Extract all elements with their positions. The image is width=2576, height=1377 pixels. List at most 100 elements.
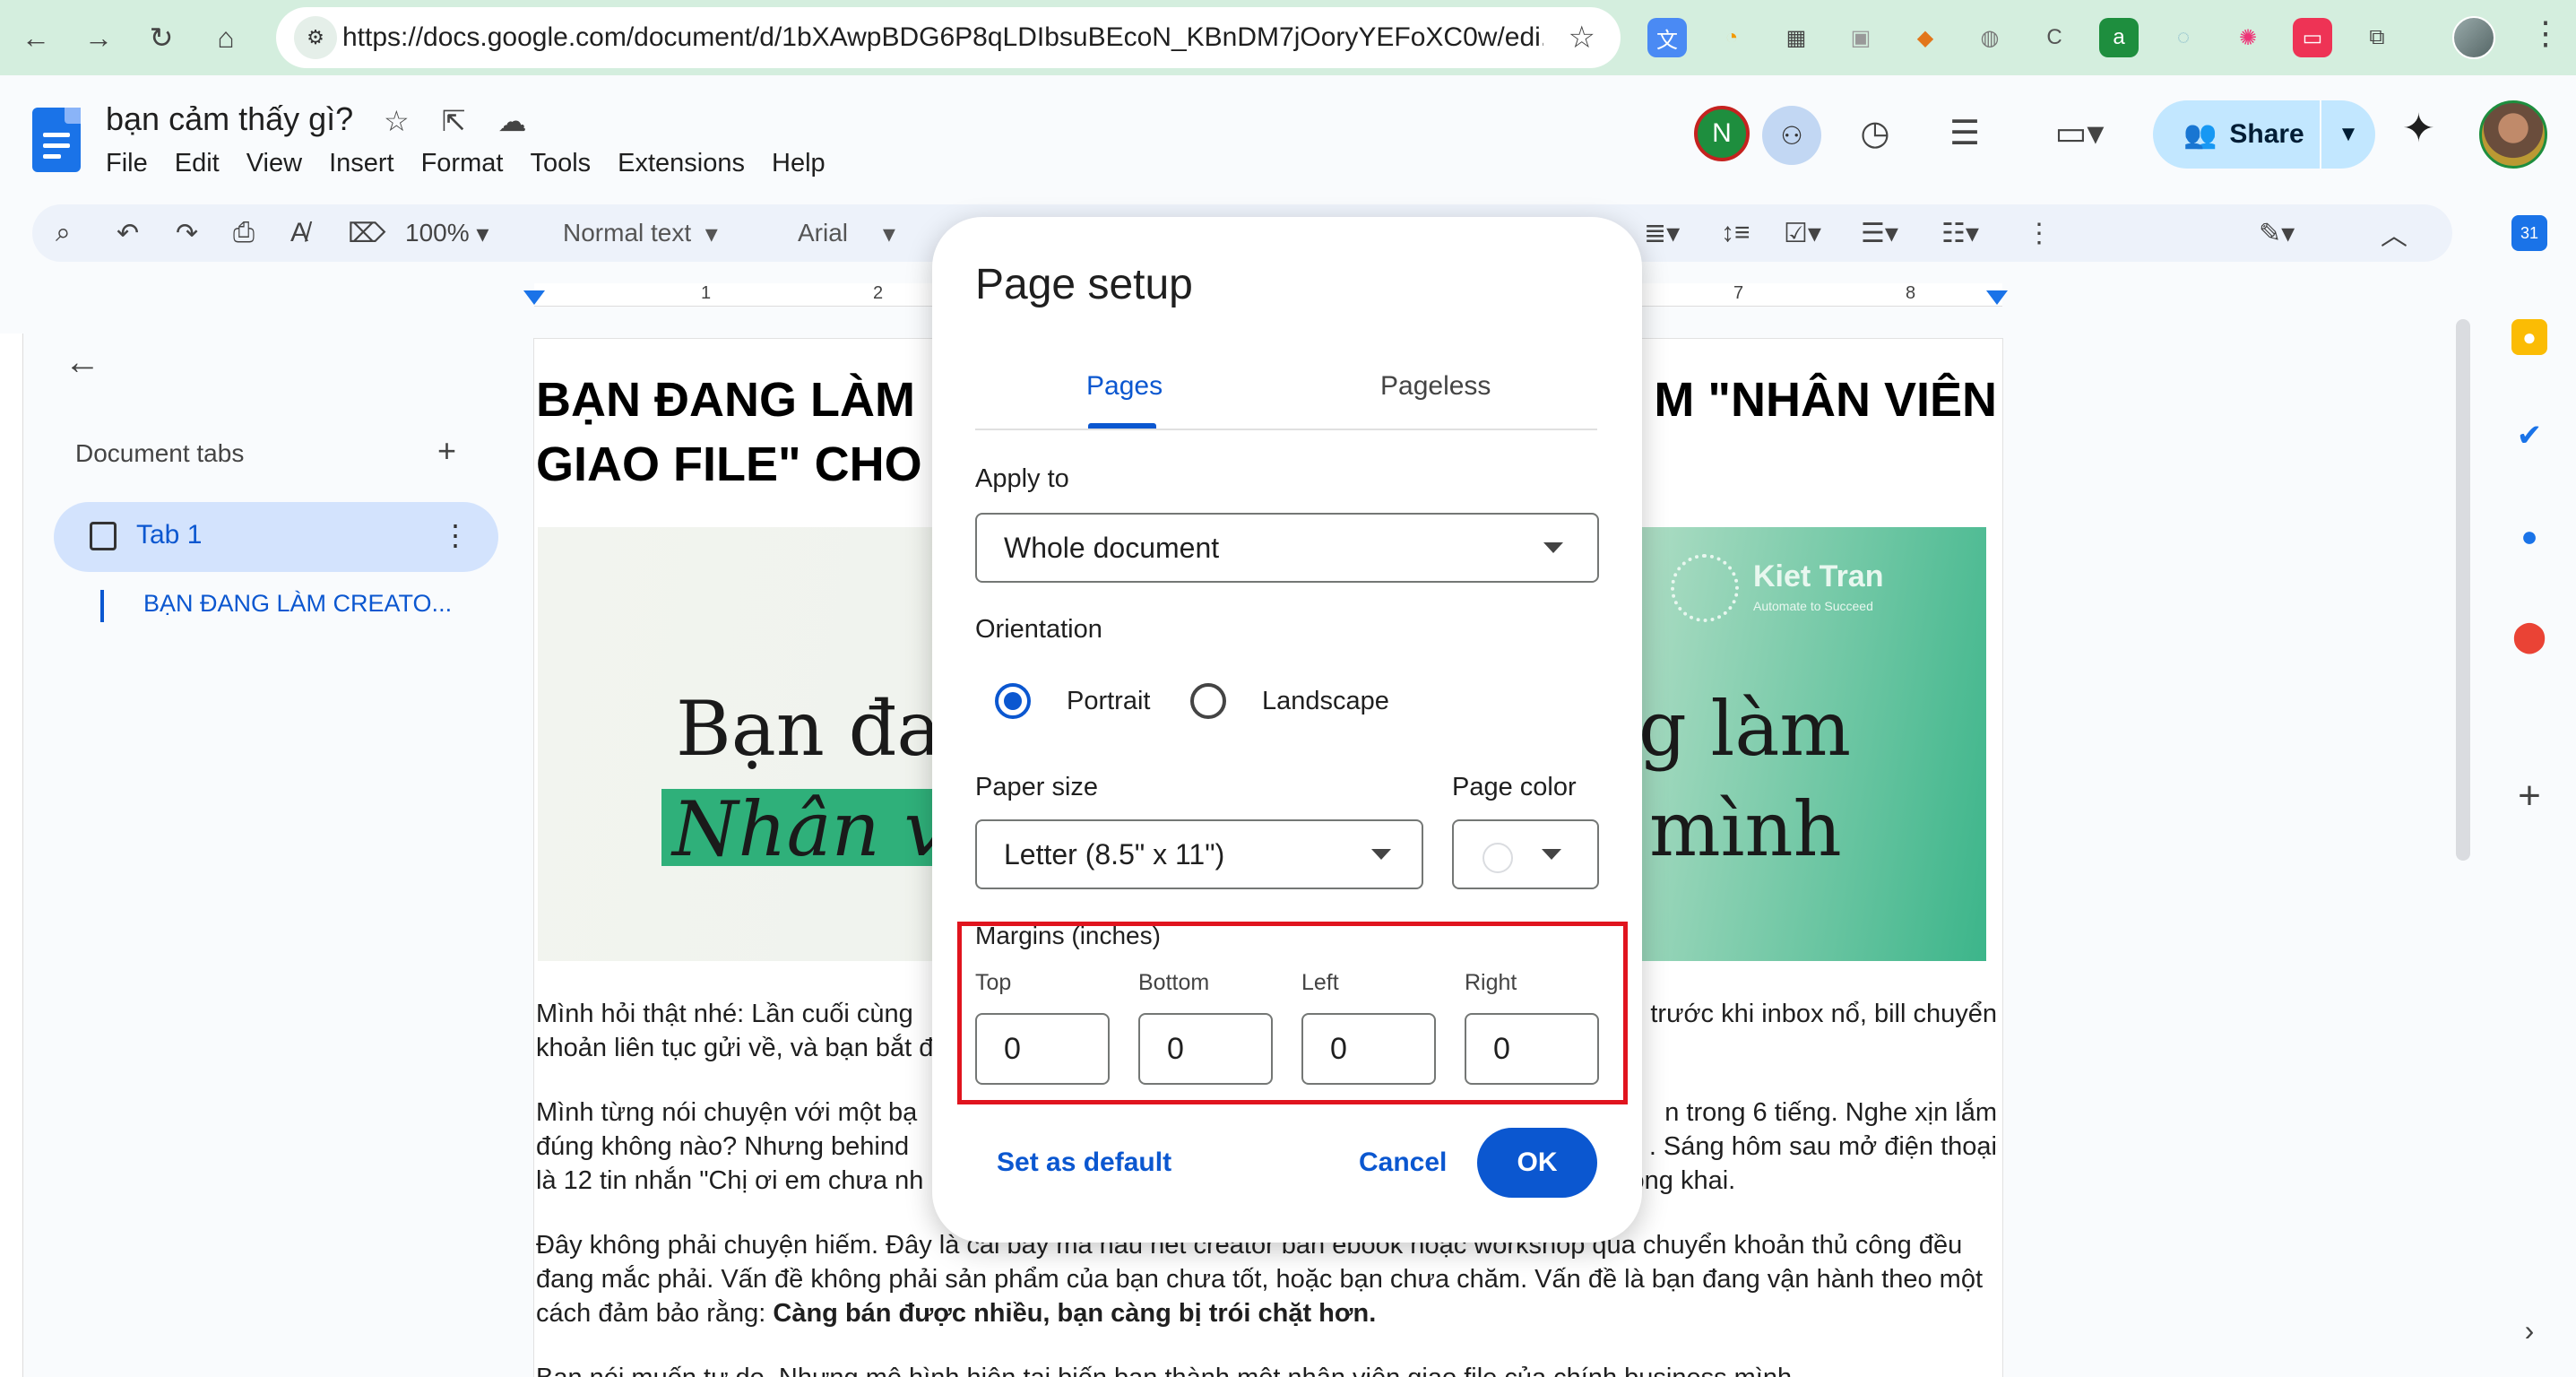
- star-icon[interactable]: ☆: [384, 104, 410, 138]
- extension-icon[interactable]: ◔: [1712, 18, 1751, 57]
- color-swatch: [1482, 843, 1513, 873]
- tab-pageless[interactable]: Pageless: [1380, 371, 1491, 402]
- right-indent-marker[interactable]: [1986, 290, 2008, 305]
- collaborator-avatar[interactable]: N: [1694, 106, 1750, 161]
- menu-extensions[interactable]: Extensions: [618, 145, 763, 181]
- font-select[interactable]: Arial ▾: [798, 204, 895, 262]
- document-title[interactable]: bạn cảm thấy gì?: [106, 100, 353, 138]
- extension-icon[interactable]: ▣: [1841, 18, 1880, 57]
- tab-1-label[interactable]: Tab 1: [136, 520, 202, 550]
- paint-format-icon[interactable]: ⌦: [348, 204, 385, 262]
- menu-edit[interactable]: Edit: [175, 145, 238, 181]
- tab-divider: [975, 429, 1597, 430]
- paragraph-line: đang mắc phải. Vấn đề không phải sản phẩ…: [536, 1265, 1984, 1294]
- margin-left-input[interactable]: 0: [1301, 1013, 1436, 1085]
- vertical-scrollbar[interactable]: [2456, 319, 2470, 861]
- browser-profile-avatar[interactable]: [2452, 16, 2495, 59]
- ruler-number: 8: [1906, 283, 1916, 303]
- tab-1[interactable]: [54, 502, 498, 572]
- banner-brand: Kiet Tran: [1753, 559, 1884, 593]
- margin-top-input[interactable]: 0: [975, 1013, 1110, 1085]
- document-tab-icon: [90, 522, 117, 550]
- extension-icon[interactable]: C: [2035, 18, 2074, 57]
- extensions-puzzle-icon[interactable]: ⧉: [2357, 18, 2397, 57]
- keep-icon[interactable]: ●: [2511, 319, 2547, 355]
- undo-icon[interactable]: ↶: [117, 204, 139, 262]
- editing-mode-icon[interactable]: ✎▾: [2259, 204, 2295, 262]
- comments-icon[interactable]: ☰: [1938, 106, 1992, 160]
- outline-heading[interactable]: BẠN ĐANG LÀM CREATO...: [143, 590, 452, 618]
- browser-menu-icon[interactable]: ⋮: [2529, 14, 2562, 52]
- tab-options-icon[interactable]: ⋮: [441, 518, 470, 552]
- menu-format[interactable]: Format: [421, 145, 522, 181]
- menu-view[interactable]: View: [246, 145, 320, 181]
- address-bar[interactable]: ⚙ https://docs.google.com/document/d/1bX…: [276, 7, 1621, 68]
- ok-button[interactable]: OK: [1477, 1128, 1597, 1198]
- checklist-icon[interactable]: ☑▾: [1784, 204, 1821, 262]
- numbered-list-icon[interactable]: ☷▾: [1941, 204, 1979, 262]
- set-as-default-button[interactable]: Set as default: [997, 1148, 1171, 1178]
- extension-icon[interactable]: ◌: [2164, 18, 2203, 57]
- menu-file[interactable]: File: [106, 145, 166, 181]
- extension-icon[interactable]: ✺: [2228, 18, 2268, 57]
- calendar-icon[interactable]: 31: [2511, 215, 2547, 251]
- align-icon[interactable]: ≣▾: [1644, 204, 1680, 262]
- redo-icon[interactable]: ↷: [176, 204, 198, 262]
- extension-icon[interactable]: ◍: [1970, 18, 2010, 57]
- zoom-select[interactable]: 100% ▾: [405, 204, 488, 262]
- menu-help[interactable]: Help: [772, 145, 843, 181]
- share-button[interactable]: 👥 Share: [2153, 100, 2320, 169]
- add-tab-icon[interactable]: +: [437, 432, 456, 470]
- spellcheck-icon[interactable]: A̸: [290, 204, 308, 262]
- portrait-label[interactable]: Portrait: [1067, 687, 1150, 716]
- left-indent-marker[interactable]: [523, 290, 545, 305]
- meeting-collab-icon[interactable]: ⚇: [1762, 106, 1821, 165]
- user-avatar[interactable]: [2479, 100, 2547, 169]
- bookmark-star-icon[interactable]: ☆: [1569, 7, 1595, 68]
- docs-logo-icon[interactable]: [32, 108, 81, 172]
- add-addon-icon[interactable]: +: [2511, 774, 2547, 818]
- landscape-label[interactable]: Landscape: [1262, 687, 1389, 716]
- extension-icon[interactable]: ▭: [2293, 18, 2332, 57]
- translate-extension-icon[interactable]: 文: [1647, 18, 1687, 57]
- menu-tools[interactable]: Tools: [530, 145, 609, 181]
- collapse-menu-icon[interactable]: ︿: [2381, 204, 2407, 262]
- back-icon[interactable]: ←: [13, 14, 59, 61]
- meet-icon[interactable]: ▭▾: [2035, 106, 2124, 160]
- cancel-button[interactable]: Cancel: [1359, 1148, 1447, 1178]
- margin-bottom-input[interactable]: 0: [1138, 1013, 1273, 1085]
- vertical-ruler[interactable]: [0, 333, 23, 1377]
- metamask-icon[interactable]: ◆: [1906, 18, 1945, 57]
- landscape-radio[interactable]: [1190, 683, 1226, 719]
- gemini-icon[interactable]: ✦: [2402, 106, 2435, 152]
- close-tabs-panel-icon[interactable]: ←: [65, 342, 100, 383]
- apply-to-select[interactable]: Whole document: [975, 513, 1599, 583]
- heading-left: BẠN ĐANG LÀM: [536, 373, 915, 427]
- move-folder-icon[interactable]: ⇱: [442, 104, 466, 138]
- url-text[interactable]: https://docs.google.com/document/d/1bXAw…: [342, 7, 1543, 68]
- expand-panel-icon[interactable]: ›: [2511, 1312, 2547, 1348]
- style-select[interactable]: Normal text ▾: [563, 204, 718, 262]
- version-history-icon[interactable]: ◷: [1848, 106, 1902, 160]
- site-settings-icon[interactable]: ⚙: [294, 16, 337, 59]
- page-color-select[interactable]: [1452, 819, 1599, 889]
- forward-icon[interactable]: →: [75, 14, 122, 61]
- maps-icon[interactable]: ⬤: [2511, 619, 2547, 654]
- contacts-icon[interactable]: ●: [2511, 518, 2547, 554]
- print-icon[interactable]: ⎙: [233, 204, 255, 262]
- cloud-status-icon[interactable]: ☁: [498, 104, 527, 138]
- sheets-extension-icon[interactable]: a: [2099, 18, 2139, 57]
- search-icon[interactable]: ⌕: [56, 204, 71, 262]
- portrait-radio[interactable]: [995, 683, 1031, 719]
- paper-size-select[interactable]: Letter (8.5" x 11"): [975, 819, 1423, 889]
- tasks-icon[interactable]: ✔: [2511, 418, 2547, 454]
- margin-right-input[interactable]: 0: [1465, 1013, 1599, 1085]
- home-icon[interactable]: ⌂: [203, 14, 249, 61]
- tab-pages[interactable]: Pages: [1086, 371, 1163, 402]
- qr-extension-icon[interactable]: ▦: [1776, 18, 1816, 57]
- more-options-icon[interactable]: ⋮: [2026, 204, 2053, 262]
- reload-icon[interactable]: ↻: [138, 14, 185, 61]
- bullet-list-icon[interactable]: ☰▾: [1861, 204, 1898, 262]
- menu-insert[interactable]: Insert: [329, 145, 412, 181]
- line-spacing-icon[interactable]: ↕≡: [1721, 204, 1750, 262]
